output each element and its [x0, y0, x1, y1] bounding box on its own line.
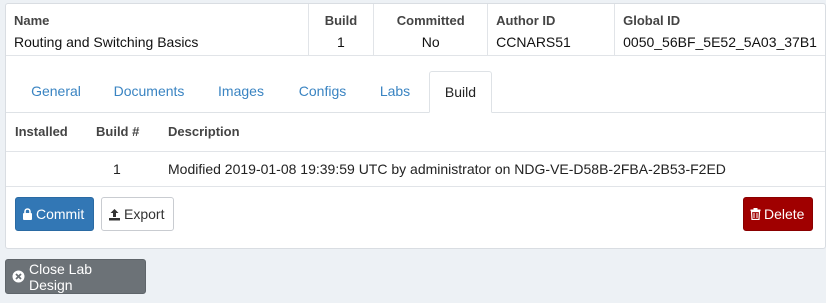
header-committed: Committed — [373, 4, 489, 29]
design-global-id: 0050_56BF_5E52_5A03_37B1 — [614, 29, 825, 56]
tab-build[interactable]: Build — [429, 71, 492, 113]
header-author-id: Author ID — [487, 4, 616, 29]
delete-label: Delete — [764, 206, 805, 222]
header-description: Description — [168, 124, 240, 139]
summary-header-row: Name Build Committed Author ID Global ID — [6, 4, 825, 29]
header-global-id: Global ID — [623, 13, 681, 28]
export-label: Export — [124, 206, 165, 222]
close-lab-design-label: Close Lab Design — [29, 260, 93, 293]
tab-general[interactable]: General — [16, 71, 96, 112]
summary-value-row: Routing and Switching Basics 1 No CCNARS… — [6, 29, 825, 56]
header-build-number: Build # — [96, 124, 140, 139]
export-button[interactable]: Export — [101, 197, 174, 231]
header-build: Build — [308, 4, 375, 29]
commit-label: Commit — [36, 206, 85, 222]
design-summary-table: Name Build Committed Author ID Global ID… — [6, 4, 825, 56]
trash-icon — [750, 208, 761, 220]
tab-documents[interactable]: Documents — [102, 71, 196, 112]
row-description: Modified 2019-01-08 19:39:59 UTC by admi… — [168, 161, 726, 177]
close-circle-icon — [12, 270, 25, 283]
design-tabs: General Documents Images Configs Labs Bu… — [6, 71, 825, 113]
tab-images[interactable]: Images — [202, 71, 280, 112]
delete-button[interactable]: Delete — [743, 197, 813, 231]
design-build: 1 — [308, 29, 375, 56]
header-name: Name — [6, 4, 309, 29]
table-row: 1 Modified 2019-01-08 19:39:59 UTC by ad… — [6, 152, 825, 187]
design-committed: No — [373, 29, 489, 56]
lock-icon — [22, 208, 33, 220]
row-build-number: 1 — [113, 161, 121, 177]
close-lab-design-button[interactable]: Close Lab Design — [5, 259, 146, 294]
build-table-header: Installed Build # Description — [6, 112, 825, 152]
design-name: Routing and Switching Basics — [6, 29, 309, 56]
design-author-id: CCNARS51 — [487, 29, 616, 56]
upload-icon — [108, 208, 121, 221]
tab-configs[interactable]: Configs — [286, 71, 359, 112]
tab-labs[interactable]: Labs — [365, 71, 425, 112]
commit-button[interactable]: Commit — [15, 197, 94, 231]
header-installed: Installed — [15, 124, 68, 139]
